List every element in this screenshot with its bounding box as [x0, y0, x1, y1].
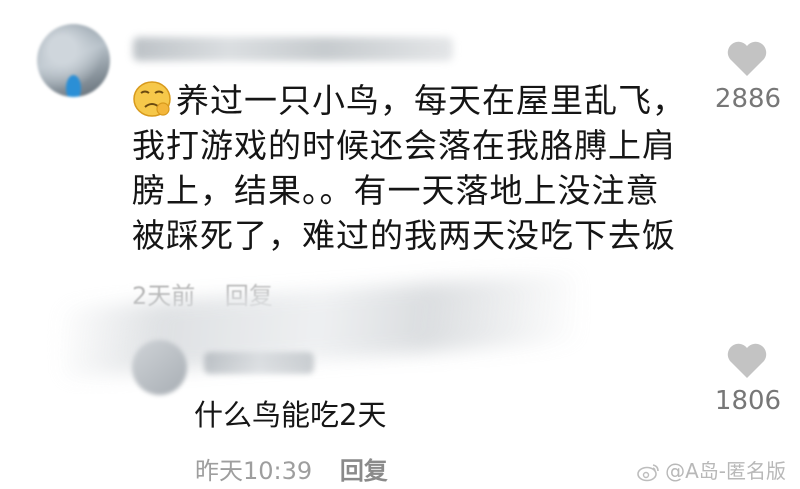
heart-icon	[727, 41, 767, 76]
like-count: 2886	[714, 84, 782, 114]
username-blurred[interactable]	[204, 352, 314, 374]
comment-time: 昨天10:39	[195, 457, 313, 485]
avatar[interactable]	[37, 24, 110, 97]
comment-line: 我打游戏的时候还会落在我胳膊上肩	[132, 126, 676, 165]
reply-button[interactable]: 回复	[340, 457, 388, 485]
watermark: @A岛-匿名版	[637, 455, 786, 484]
avatar[interactable]	[132, 340, 187, 395]
username-blurred[interactable]	[133, 37, 453, 61]
watermark-text: @A岛-匿名版	[665, 459, 786, 483]
comment-line: 被踩死了，难过的我两天没吃下去饭	[132, 216, 676, 255]
comment-line: 养过一只小鸟，每天在屋里乱飞，	[176, 81, 686, 120]
weibo-logo-icon	[637, 464, 659, 482]
comment-text: 养过一只小鸟，每天在屋里乱飞， 我打游戏的时候还会落在我胳膊上肩 膀上，结果。。…	[132, 78, 692, 258]
like-button[interactable]	[719, 40, 775, 78]
comment-text: 什么鸟能吃2天	[194, 398, 387, 432]
sad-face-emoji-icon	[133, 81, 171, 117]
comment-line: 膀上，结果。。有一天落地上没注意	[132, 171, 660, 210]
like-count: 1806	[714, 386, 782, 416]
comment-meta: 昨天10:39 回复	[195, 451, 388, 486]
heart-icon	[727, 343, 767, 378]
like-button[interactable]	[719, 342, 775, 380]
